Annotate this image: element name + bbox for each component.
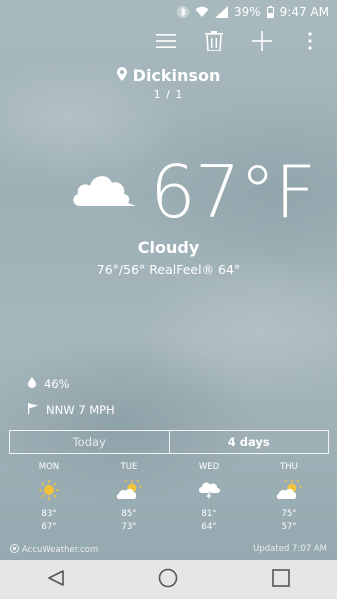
forecast-day-label: WED — [198, 462, 220, 472]
current-conditions: 67°F — [0, 150, 337, 240]
tab-4-days[interactable]: 4 days — [170, 431, 329, 453]
more-options-button[interactable] — [297, 30, 323, 56]
list-button[interactable] — [153, 30, 179, 56]
wind-row: NNW 7 MPH — [28, 403, 115, 417]
forecast-day-label: MON — [38, 462, 60, 472]
partly-cloudy-icon — [249, 478, 329, 502]
recents-icon — [272, 568, 290, 591]
battery-percent: 39% — [234, 5, 261, 19]
home-button[interactable] — [148, 564, 188, 596]
accuweather-label: AccuWeather.com — [22, 545, 99, 555]
back-button[interactable] — [36, 564, 76, 596]
temperature-unit[interactable]: °F — [240, 150, 316, 234]
location-name[interactable]: Dickinson — [116, 66, 221, 85]
accuweather-link[interactable]: AccuWeather.com — [10, 544, 98, 556]
partly-cloudy-icon — [89, 478, 169, 502]
forecast-day[interactable]: TUE 85° 73° — [89, 462, 169, 534]
forecast-low: 67° — [41, 522, 57, 532]
add-icon — [252, 31, 272, 55]
forecast-list: MON 83° 67° TUE 85° 73° WED 81° 64° THU … — [9, 462, 329, 534]
home-icon — [158, 568, 178, 592]
sunny-icon — [9, 478, 89, 502]
clock: 9:47 AM — [279, 5, 329, 19]
high-low-realfeel: 76°/56° RealFeel® 64° — [96, 262, 241, 277]
updated-time: Updated 7:07 AM — [253, 544, 327, 554]
forecast-high: 85° — [121, 509, 137, 519]
humidity-row: 46% — [28, 377, 115, 391]
status-bar: 39% 9:47 AM — [0, 0, 337, 24]
more-icon — [308, 32, 312, 54]
tab-today[interactable]: Today — [10, 431, 170, 453]
thunderstorm-icon — [169, 478, 249, 502]
location-label: Dickinson — [132, 66, 221, 85]
weather-stats: 46% NNW 7 MPH — [28, 377, 115, 429]
list-icon — [156, 33, 176, 53]
add-location-button[interactable] — [249, 30, 275, 56]
forecast-tabs: Today 4 days — [9, 430, 329, 454]
forecast-day[interactable]: THU 75° 57° — [249, 462, 329, 534]
signal-icon — [215, 6, 228, 18]
wind-value: NNW 7 MPH — [46, 403, 115, 417]
wind-flag-icon — [28, 403, 38, 417]
humidity-value: 46% — [44, 377, 70, 391]
humidity-icon — [28, 377, 36, 391]
forecast-high: 75° — [281, 509, 297, 519]
back-icon — [47, 569, 65, 591]
accuweather-logo-icon — [10, 544, 19, 556]
cloud-icon — [70, 168, 136, 216]
forecast-high: 83° — [41, 509, 57, 519]
wifi-icon — [195, 6, 209, 18]
toolbar — [153, 30, 323, 56]
location-header: Dickinson 1 / 1 — [0, 66, 337, 101]
forecast-low: 64° — [201, 522, 217, 532]
location-pin-icon — [116, 66, 127, 85]
forecast-high: 81° — [201, 509, 217, 519]
temperature-value: 67 — [150, 150, 241, 234]
battery-icon — [266, 6, 274, 18]
current-temperature: 67°F — [150, 150, 316, 234]
recents-button[interactable] — [261, 564, 301, 596]
footer: AccuWeather.com Updated 7:07 AM — [10, 544, 327, 556]
system-nav-bar — [0, 560, 337, 599]
forecast-low: 73° — [121, 522, 137, 532]
delete-button[interactable] — [201, 30, 227, 56]
trash-icon — [205, 31, 223, 55]
forecast-day[interactable]: WED 81° 64° — [169, 462, 249, 534]
forecast-day-label: TUE — [120, 462, 138, 472]
location-page-indicator: 1 / 1 — [153, 88, 184, 101]
forecast-day[interactable]: MON 83° 67° — [9, 462, 89, 534]
condition-text: Cloudy — [137, 238, 200, 257]
forecast-day-label: THU — [280, 462, 298, 472]
forecast-low: 57° — [281, 522, 297, 532]
bluetooth-icon — [177, 5, 189, 19]
